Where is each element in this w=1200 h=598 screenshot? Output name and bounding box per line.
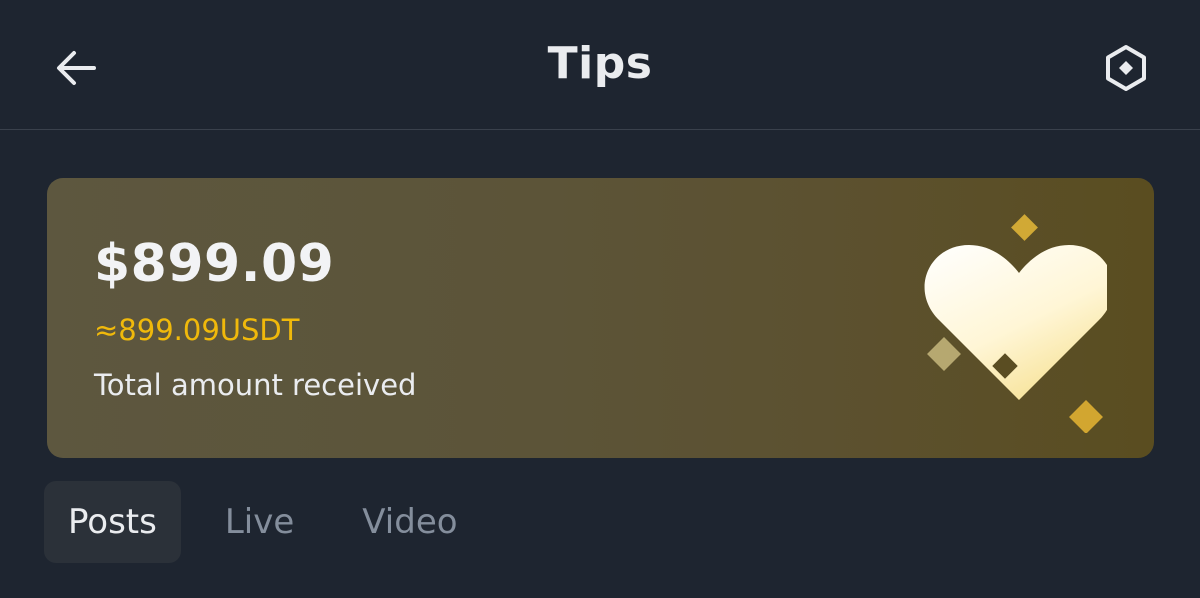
tab-live[interactable]: Live: [201, 481, 318, 563]
page-title: Tips: [547, 38, 653, 89]
total-amount: $899.09: [94, 234, 335, 294]
hexagon-settings-icon: [1106, 45, 1146, 91]
tips-summary-card: $899.09 ≈899.09USDT Total amount receive…: [47, 178, 1154, 458]
settings-button[interactable]: [1098, 40, 1154, 96]
heart-sparkles-icon: [924, 214, 1107, 433]
top-bar: Tips: [0, 0, 1200, 130]
tab-posts[interactable]: Posts: [44, 481, 181, 563]
usdt-equivalent: ≈899.09USDT: [94, 313, 300, 347]
tab-video[interactable]: Video: [338, 481, 481, 563]
amount-caption: Total amount received: [94, 368, 417, 402]
content-tabs: Posts Live Video: [44, 481, 502, 563]
